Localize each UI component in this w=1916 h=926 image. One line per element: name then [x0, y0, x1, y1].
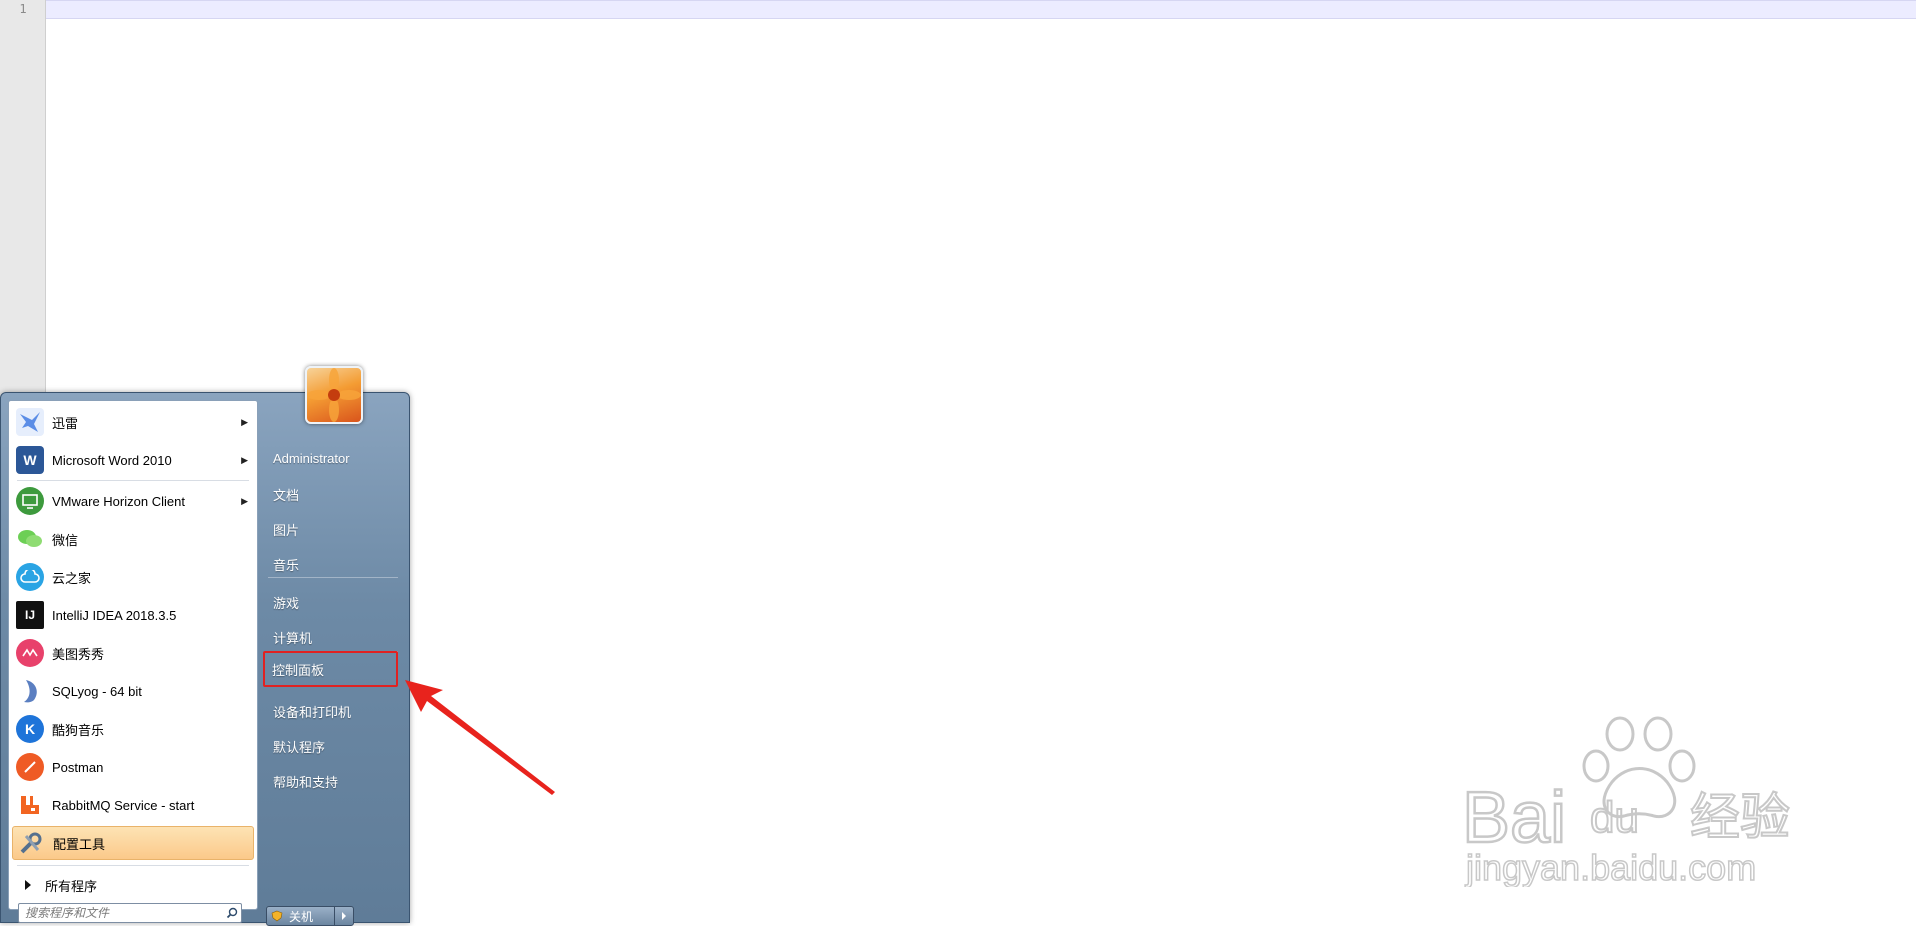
shutdown-button[interactable]: 关机: [267, 907, 334, 925]
line-number: 1: [19, 2, 27, 16]
program-label: RabbitMQ Service - start: [52, 797, 195, 813]
wechat-icon: [16, 525, 44, 553]
program-label: IntelliJ IDEA 2018.3.5: [52, 607, 177, 623]
postman-icon: [16, 753, 44, 781]
documents-link[interactable]: 文档: [266, 479, 401, 509]
control-panel-label: 控制面板: [272, 662, 325, 678]
program-item-intellij[interactable]: IJ IntelliJ IDEA 2018.3.5: [12, 598, 254, 632]
watermark-cn: 经验: [1690, 788, 1790, 846]
pictures-link[interactable]: 图片: [266, 514, 401, 544]
program-label: 配置工具: [53, 836, 106, 852]
current-line-highlight[interactable]: [46, 0, 1916, 19]
vmware-horizon-icon: [16, 487, 44, 515]
meitu-icon: [16, 639, 44, 667]
flower-icon: [307, 368, 361, 422]
program-item-postman[interactable]: Postman: [12, 750, 254, 784]
default-programs-label: 默认程序: [273, 739, 326, 755]
program-label: Postman: [52, 759, 104, 775]
watermark-brand-tail: du: [1590, 793, 1639, 842]
intellij-icon: IJ: [16, 601, 44, 629]
games-link[interactable]: 游戏: [266, 587, 401, 617]
word-icon: W: [16, 446, 44, 474]
games-label: 游戏: [273, 595, 300, 611]
documents-label: 文档: [273, 487, 300, 503]
music-label: 音乐: [273, 557, 300, 573]
program-item-xunlei[interactable]: 迅雷 ▶: [12, 405, 254, 439]
dolphin-icon: [16, 677, 44, 705]
kugou-icon: K: [16, 715, 44, 743]
tools-icon: [17, 829, 45, 857]
default-programs-link[interactable]: 默认程序: [266, 731, 401, 761]
program-label: VMware Horizon Client: [52, 493, 185, 509]
thunder-bird-icon: [16, 408, 44, 436]
program-label: 微信: [52, 532, 79, 548]
search-icon[interactable]: [223, 904, 241, 922]
program-label: 美图秀秀: [52, 646, 105, 662]
devices-printers-label: 设备和打印机: [273, 704, 352, 720]
computer-link[interactable]: 计算机: [266, 622, 401, 652]
program-item-wechat[interactable]: 微信: [12, 522, 254, 556]
program-item-word[interactable]: W Microsoft Word 2010 ▶: [12, 443, 254, 477]
music-link[interactable]: 音乐: [266, 549, 401, 579]
separator: [17, 865, 249, 866]
chevron-right-icon: [25, 880, 31, 890]
submenu-arrow-icon: ▶: [241, 454, 248, 465]
program-label: 酷狗音乐: [52, 722, 105, 738]
user-avatar[interactable]: [305, 366, 363, 424]
programs-pane: 迅雷 ▶ W Microsoft Word 2010 ▶ VMware Hori…: [8, 400, 258, 910]
program-label: 云之家: [52, 570, 92, 586]
program-label: 迅雷: [52, 415, 79, 431]
help-support-link[interactable]: 帮助和支持: [266, 766, 401, 796]
start-search-box[interactable]: [18, 903, 242, 923]
cloud-icon: [16, 563, 44, 591]
shutdown-label: 关机: [289, 909, 314, 924]
shield-icon: [271, 910, 283, 922]
start-menu: 迅雷 ▶ W Microsoft Word 2010 ▶ VMware Hori…: [0, 392, 410, 923]
all-programs-button[interactable]: 所有程序: [12, 871, 254, 899]
watermark-url: jingyan.baidu.com: [1465, 847, 1756, 887]
all-programs-label: 所有程序: [45, 878, 98, 894]
user-name: Administrator: [273, 450, 350, 466]
shutdown-options-button[interactable]: [334, 907, 353, 925]
program-item-sqlyog[interactable]: SQLyog - 64 bit: [12, 674, 254, 708]
control-panel-link[interactable]: 控制面板: [263, 651, 398, 687]
annotation-arrow-icon: [405, 680, 555, 795]
user-folder-link[interactable]: Administrator: [266, 443, 401, 473]
program-item-meitu[interactable]: 美图秀秀: [12, 636, 254, 670]
program-item-config-tool[interactable]: 配置工具: [12, 826, 254, 860]
help-support-label: 帮助和支持: [273, 774, 339, 790]
separator: [17, 480, 249, 481]
submenu-arrow-icon: ▶: [241, 416, 248, 427]
devices-printers-link[interactable]: 设备和打印机: [266, 696, 401, 726]
program-item-yunzhijia[interactable]: 云之家: [12, 560, 254, 594]
program-label: SQLyog - 64 bit: [52, 683, 142, 699]
separator: [268, 577, 398, 578]
program-item-kugou[interactable]: K 酷狗音乐: [12, 712, 254, 746]
rabbitmq-icon: [16, 791, 44, 819]
shutdown-button-group: 关机: [266, 906, 354, 926]
program-item-vmware[interactable]: VMware Horizon Client ▶: [12, 484, 254, 518]
program-item-rabbitmq[interactable]: RabbitMQ Service - start: [12, 788, 254, 822]
search-input[interactable]: [19, 905, 223, 921]
submenu-arrow-icon: ▶: [241, 495, 248, 506]
pictures-label: 图片: [273, 522, 300, 538]
program-label: Microsoft Word 2010: [52, 452, 172, 468]
baidu-jingyan-watermark-icon: Bai du 经验 jingyan.baidu.com: [1462, 716, 1791, 887]
chevron-right-icon: [342, 912, 346, 920]
computer-label: 计算机: [273, 630, 313, 646]
watermark-brand: Bai: [1462, 778, 1566, 858]
